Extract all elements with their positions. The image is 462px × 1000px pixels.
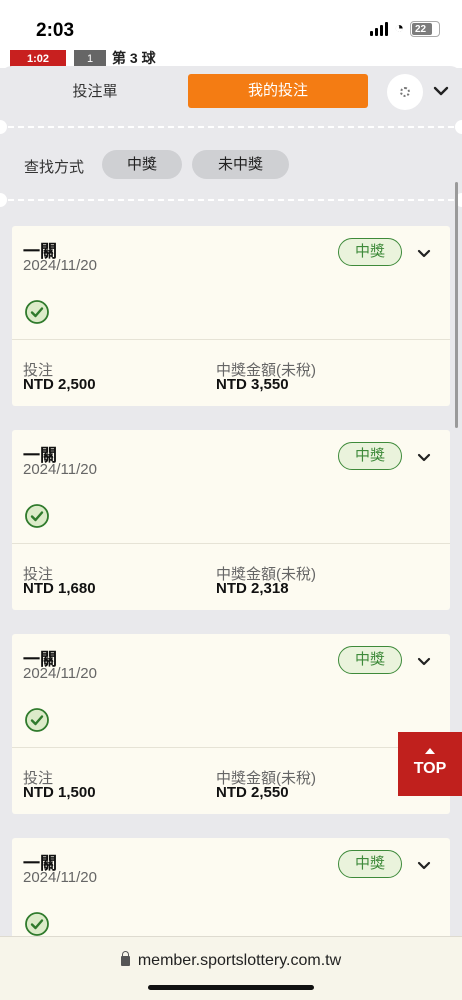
bet-card[interactable]: 一關 2024/11/20 中獎 投注 NTD 1,680 中獎金額(未稅) N… (12, 430, 450, 610)
check-circle-icon (25, 912, 49, 936)
home-indicator[interactable] (148, 985, 314, 990)
scrollbar[interactable] (455, 182, 458, 428)
tab-bet-slip[interactable]: 投注單 (0, 76, 190, 108)
result-badge: 中獎 (338, 238, 402, 266)
tab-my-bets[interactable]: 我的投注 (188, 74, 368, 108)
top-label: TOP (413, 760, 447, 777)
card-divider (12, 747, 450, 748)
chevron-down-icon[interactable] (414, 447, 434, 467)
bet-date: 2024/11/20 (23, 257, 97, 274)
check-circle-icon (25, 708, 49, 732)
chevron-down-icon[interactable] (414, 243, 434, 263)
arrow-up-icon (425, 748, 435, 754)
card-divider (12, 339, 450, 340)
winnings-amount: NTD 2,318 (216, 580, 289, 597)
winnings-amount: NTD 2,550 (216, 784, 289, 801)
result-badge: 中獎 (338, 850, 402, 878)
lock-icon (120, 951, 130, 966)
card-divider (12, 543, 450, 544)
chevron-down-icon[interactable] (414, 855, 434, 875)
background-page-strip: 1:02 1 第 3 球 (0, 48, 462, 68)
result-badge: 中獎 (338, 442, 402, 470)
bet-date: 2024/11/20 (23, 869, 97, 886)
check-circle-icon (25, 504, 49, 528)
signal-icon (370, 22, 389, 36)
filter-chip-won[interactable]: 中獎 (102, 150, 182, 179)
url-display[interactable]: member.sportslottery.com.tw (0, 951, 462, 970)
background-label: 第 3 球 (112, 50, 156, 66)
bet-card[interactable]: 一關 2024/11/20 中獎 投注 NTD 1,500 中獎金額(未稅) N… (12, 634, 450, 814)
divider-bottom (0, 193, 462, 207)
chevron-down-icon[interactable] (430, 80, 452, 102)
divider-top (0, 120, 462, 134)
filter-row: 查找方式 中獎 未中獎 (0, 150, 462, 180)
result-badge: 中獎 (338, 646, 402, 674)
battery-level: 22 (415, 23, 427, 35)
status-time: 2:03 (36, 20, 75, 41)
chevron-down-icon[interactable] (414, 651, 434, 671)
bet-card[interactable]: 一關 2024/11/20 中獎 投注 NTD 2,500 中獎金額(未稅) N… (12, 226, 450, 406)
gear-icon (400, 87, 410, 97)
settings-button[interactable] (387, 74, 423, 110)
filter-label: 查找方式 (24, 159, 85, 176)
stake-amount: NTD 2,500 (23, 376, 96, 393)
winnings-amount: NTD 3,550 (216, 376, 289, 393)
wifi-icon: ◔ (394, 20, 404, 37)
scroll-to-top-button[interactable]: TOP (398, 732, 462, 796)
filter-chip-lost[interactable]: 未中獎 (192, 150, 289, 179)
stake-amount: NTD 1,500 (23, 784, 96, 801)
url-text: member.sportslottery.com.tw (137, 952, 342, 969)
bet-date: 2024/11/20 (23, 665, 97, 682)
bet-date: 2024/11/20 (23, 461, 97, 478)
bet-card[interactable]: 一關 2024/11/20 中獎 (12, 838, 450, 948)
status-icons: ◔ 22 (370, 20, 440, 38)
battery-icon: 22 (410, 21, 440, 37)
check-circle-icon (25, 300, 49, 324)
tab-bar: 投注單 我的投注 (0, 66, 462, 122)
stake-amount: NTD 1,680 (23, 580, 96, 597)
browser-url-bar[interactable]: member.sportslottery.com.tw (0, 936, 462, 1000)
